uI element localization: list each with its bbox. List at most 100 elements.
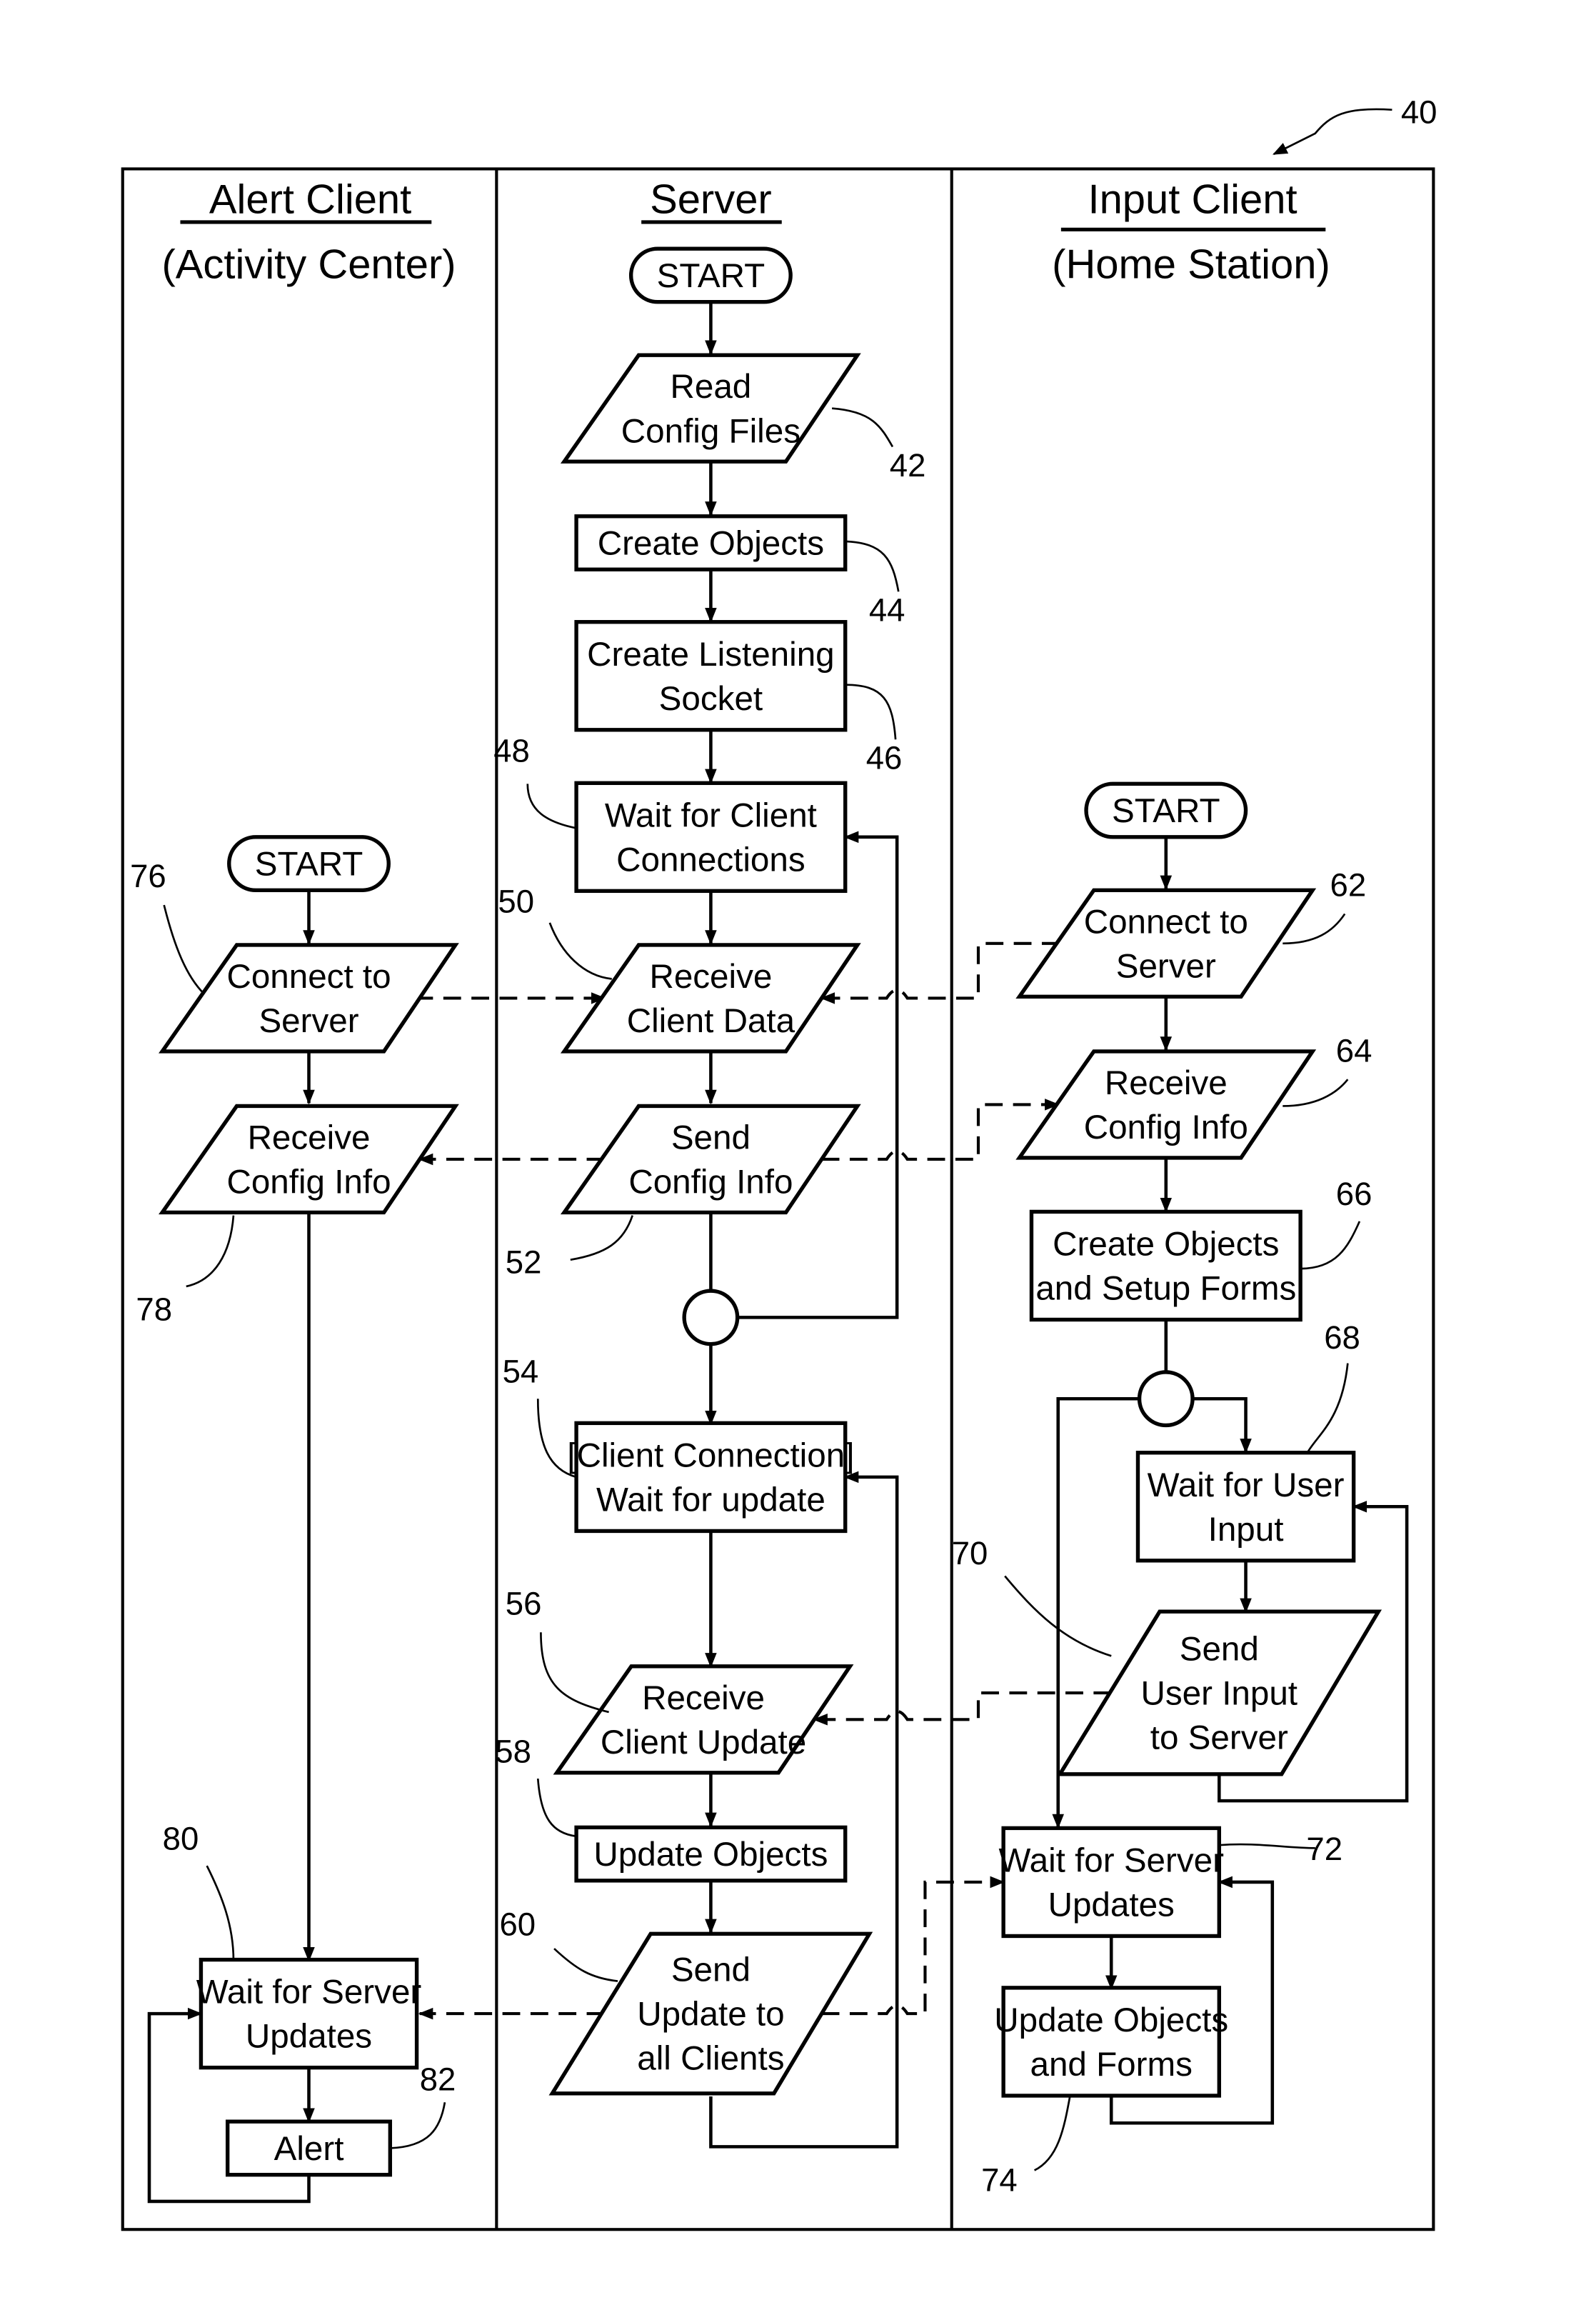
node-create-socket: Create Listening Socket 46 — [574, 620, 902, 776]
node-read-config: Read Config Files 42 — [560, 353, 926, 484]
node-label: Read — [671, 368, 752, 406]
server-connector-circle — [682, 1289, 740, 1346]
lane-title: Server — [650, 177, 772, 223]
node-label: Connections — [616, 841, 805, 879]
reference-leader-line — [186, 1215, 235, 1288]
node-label: all Clients — [637, 2040, 784, 2078]
node-label: Send — [671, 1951, 751, 1989]
lane-alert-client-header: Alert Client (Activity Center) — [161, 177, 456, 288]
node-label: to Server — [1150, 1719, 1288, 1757]
figure-ref-label: 40 — [1401, 94, 1437, 130]
figure-reference: 40 — [1273, 94, 1437, 155]
lane-input-client-header: Input Client (Home Station) — [1052, 177, 1330, 288]
node-label: Wait for Server — [196, 1974, 422, 2011]
node-label: Client Data — [627, 1002, 796, 1040]
node-label: Receive — [649, 958, 772, 996]
reference-number: 80 — [163, 1820, 199, 1856]
node-input-start: START — [1084, 781, 1248, 839]
reference-number: 70 — [952, 1535, 988, 1571]
node-wait-client-conn: Wait for Client Connections 48 — [493, 732, 848, 894]
reference-number: 50 — [498, 883, 534, 919]
node-label: Updates — [246, 2018, 372, 2056]
node-label: and Forms — [1030, 2046, 1193, 2084]
node-receive-client-data: Receive Client Data 50 — [498, 883, 861, 1054]
node-label: Config Info — [1084, 1109, 1248, 1146]
node-label: Create Listening — [587, 636, 834, 674]
reference-number: 68 — [1324, 1319, 1360, 1356]
node-input-receive-config: Receive Config Info 64 — [1015, 1032, 1372, 1160]
node-label: Wait for Client — [605, 796, 817, 834]
reference-leader-line — [536, 1778, 577, 1838]
reference-number: 48 — [493, 732, 530, 769]
node-label: Config Info — [226, 1164, 391, 1201]
node-send-config: Send Config Info 52 — [506, 1104, 861, 1280]
node-label: Update to — [637, 1996, 784, 2034]
node-label: Socket — [659, 680, 763, 718]
node-label: Send — [671, 1119, 751, 1156]
reference-leader-line — [526, 784, 577, 829]
reference-number: 64 — [1336, 1032, 1372, 1069]
node-label: Receive — [642, 1679, 765, 1717]
node-label: Create Objects — [1053, 1225, 1279, 1263]
reference-number: 54 — [503, 1353, 539, 1389]
reference-number: 60 — [499, 1906, 536, 1942]
node-label: Input — [1208, 1511, 1284, 1549]
reference-leader-line — [390, 2102, 446, 2149]
node-label: Updates — [1048, 1886, 1175, 1924]
node-label: Client Update — [601, 1724, 806, 1761]
node-label: Connect to — [226, 958, 391, 996]
node-input-create: Create Objects and Setup Forms 66 — [1029, 1176, 1372, 1322]
reference-number: 52 — [506, 1244, 542, 1280]
node-receive-client-update: Receive Client Update 56 — [506, 1585, 854, 1775]
node-input-connect: Connect to Server 62 — [1015, 867, 1367, 999]
node-alert-start: START — [227, 835, 391, 893]
reference-number: 66 — [1336, 1176, 1372, 1212]
reference-number: 78 — [136, 1291, 172, 1328]
reference-leader-line — [1300, 1221, 1361, 1270]
node-alert-wait-server: Wait for Server Updates 80 — [163, 1820, 422, 2070]
reference-number: 42 — [890, 447, 926, 484]
node-label: Config Info — [628, 1164, 793, 1201]
node-label: Connect to — [1084, 903, 1248, 941]
reference-leader-line — [1219, 1843, 1315, 1849]
reference-leader-line — [553, 1948, 618, 1982]
node-label: START — [657, 257, 766, 295]
reference-leader-line — [845, 540, 900, 592]
reference-number: 82 — [420, 2061, 456, 2098]
node-server-start: START — [628, 246, 793, 304]
node-label: [Client Connection] — [567, 1436, 854, 1474]
node-label: Receive — [248, 1119, 371, 1156]
reference-number: 72 — [1306, 1831, 1342, 1867]
reference-leader-line — [540, 1632, 609, 1714]
reference-number: 56 — [506, 1585, 542, 1621]
reference-number: 58 — [495, 1733, 531, 1769]
node-alert: Alert 82 — [226, 2061, 456, 2177]
reference-number: 62 — [1330, 867, 1367, 904]
node-label: Wait for Server — [998, 1841, 1224, 1879]
node-send-update: Send Update to all Clients 60 — [499, 1906, 873, 2096]
reference-leader-line — [163, 904, 205, 995]
node-label: Send — [1180, 1631, 1259, 1669]
reference-leader-line — [1307, 1363, 1349, 1453]
reference-number: 44 — [869, 592, 905, 629]
node-send-user-input: Send User Input to Server 70 — [952, 1535, 1382, 1776]
node-input-wait-server: Wait for Server Updates 72 — [998, 1826, 1342, 1939]
reference-number: 76 — [130, 858, 166, 894]
node-alert-receive-config: Receive Config Info 78 — [136, 1104, 459, 1328]
node-wait-update: [Client Connection] Wait for update 54 — [503, 1353, 854, 1534]
input-connector-circle — [1137, 1370, 1195, 1428]
node-label: Config Files — [621, 412, 800, 450]
node-label: Server — [259, 1002, 358, 1040]
lane-title: Alert Client — [209, 177, 411, 223]
node-update-objects-forms: Update Objects and Forms 74 — [981, 1986, 1228, 2198]
reference-leader-line — [570, 1215, 633, 1261]
node-label: START — [255, 846, 363, 884]
node-label: Update Objects — [994, 2001, 1228, 2039]
node-label: Alert — [274, 2130, 344, 2168]
lane-server-header: Server — [641, 177, 782, 224]
node-label: Receive — [1105, 1064, 1228, 1102]
node-label: Create Objects — [598, 525, 824, 563]
reference-leader-line — [548, 922, 612, 980]
reference-leader-line — [845, 684, 897, 740]
node-label: and Setup Forms — [1035, 1270, 1296, 1308]
